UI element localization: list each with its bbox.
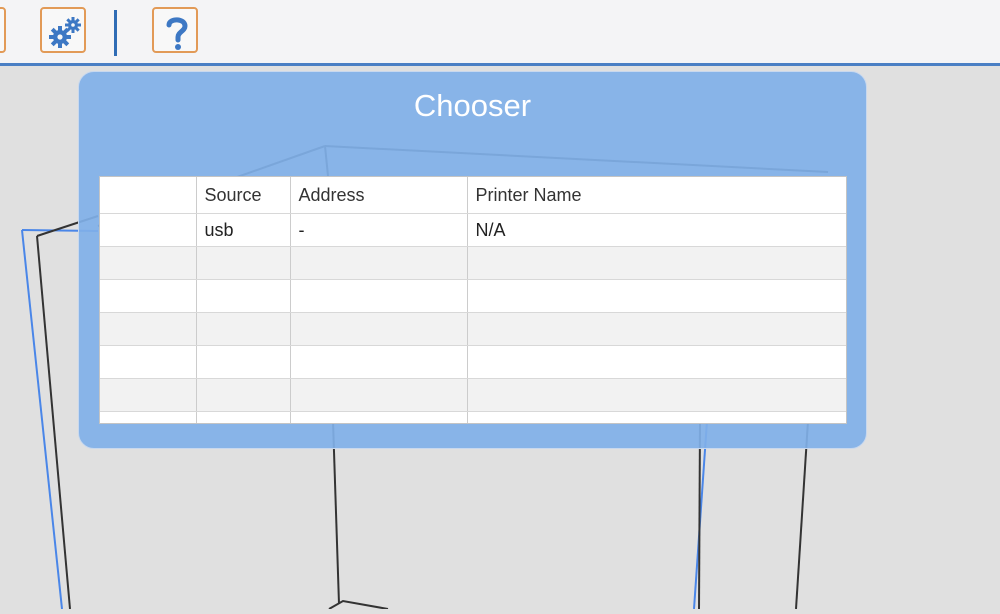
table-cell (100, 345, 197, 379)
table-cell (290, 378, 468, 412)
table-row-empty[interactable] (100, 378, 846, 412)
settings-button[interactable] (40, 7, 86, 53)
table-cell (290, 279, 468, 313)
table-cell-printer-name: N/A (467, 213, 846, 247)
toolbar (0, 0, 1000, 66)
table-row-empty[interactable] (100, 345, 846, 379)
column-header-printer-name[interactable]: Printer Name (467, 177, 846, 214)
toolbar-separator (114, 10, 117, 56)
table-cell (467, 246, 846, 280)
printer-table[interactable]: Source Address Printer Name usb - N/A (99, 176, 847, 424)
question-mark-icon (166, 17, 188, 50)
table-cell-source: usb (196, 213, 291, 247)
table-cell-address: - (290, 213, 468, 247)
wireframe-edge (328, 599, 389, 610)
table-cell (467, 378, 846, 412)
column-header-address[interactable]: Address (290, 177, 468, 214)
table-cell (100, 213, 197, 247)
column-header-source[interactable]: Source (196, 177, 291, 214)
table-cell (100, 378, 197, 412)
table-cell (196, 345, 291, 379)
table-row-empty[interactable] (100, 312, 846, 346)
table-cell (290, 345, 468, 379)
table-cell (196, 246, 291, 280)
table-row[interactable]: usb - N/A (100, 213, 846, 247)
table-cell (100, 411, 197, 423)
table-row-empty[interactable] (100, 246, 846, 280)
table-cell (467, 312, 846, 346)
gears-icon (49, 17, 81, 48)
table-cell (290, 312, 468, 346)
column-header-select[interactable] (100, 177, 197, 214)
help-button[interactable] (152, 7, 198, 53)
table-cell (100, 279, 197, 313)
chooser-dialog: Chooser Source Address Printer Name usb … (78, 71, 867, 449)
table-cell (467, 279, 846, 313)
table-header-row: Source Address Printer Name (100, 177, 846, 214)
table-cell (196, 378, 291, 412)
table-cell (100, 246, 197, 280)
table-cell (290, 246, 468, 280)
wireframe-edge (795, 420, 809, 610)
table-cell (290, 411, 468, 423)
table-cell (196, 411, 291, 423)
dialog-title: Chooser (413, 88, 532, 123)
table-cell (196, 312, 291, 346)
table-cell (196, 279, 291, 313)
table-cell (100, 312, 197, 346)
wireframe-edge (698, 420, 701, 610)
table-cell (467, 345, 846, 379)
table-row-empty[interactable] (100, 279, 846, 313)
table-cell (467, 411, 846, 423)
toolbar-button-partial[interactable] (0, 7, 6, 53)
table-row-empty[interactable] (100, 411, 846, 423)
